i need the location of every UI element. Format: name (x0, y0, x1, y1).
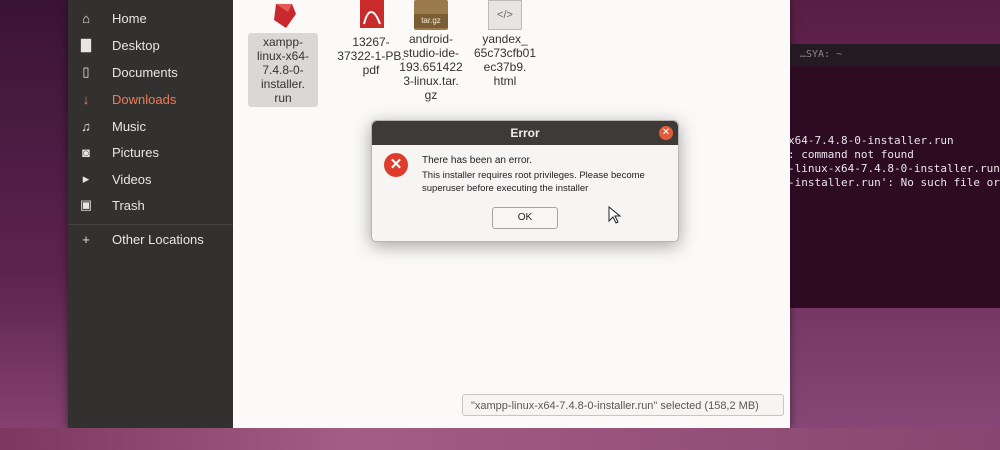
sidebar-item-label: Documents (112, 64, 178, 80)
ok-button[interactable]: OK (492, 207, 558, 229)
sidebar-item-downloads[interactable]: ↓ Downloads (68, 86, 233, 112)
sidebar: ⌂ Home ▇ Desktop ▯ Documents ↓ Downloads… (68, 0, 233, 428)
sidebar-item-label: Home (112, 10, 147, 26)
camera-icon: ◙ (82, 144, 90, 160)
terminal-line: -linux-x64-7.4.8-0-installer.run (788, 162, 1000, 175)
folder-icon: ▇ (81, 37, 91, 52)
sidebar-item-label: Downloads (112, 91, 177, 107)
document-icon: ▯ (82, 64, 90, 79)
error-icon: ✕ (384, 153, 408, 177)
home-icon: ⌂ (82, 10, 90, 26)
sidebar-item-label: Pictures (112, 144, 159, 160)
file-item-xampp[interactable]: xampp- linux-x64- 7.4.8-0- installer. ru… (248, 0, 318, 107)
sidebar-item-documents[interactable]: ▯ Documents (68, 59, 233, 85)
sidebar-item-label: Trash (112, 197, 145, 213)
archive-icon: tar.gz (414, 0, 448, 30)
file-name-line: run (274, 91, 292, 105)
dialog-title: Error (372, 121, 678, 145)
terminal-line: -installer.run': No such file or d (788, 176, 1000, 189)
file-name-line: 7.4.8-0- (262, 63, 304, 77)
pdf-icon (360, 0, 384, 28)
file-name-line: xampp- (262, 35, 303, 49)
terminal-title: …SYA: ~ (790, 44, 1000, 66)
sidebar-item-videos[interactable]: ▸ Videos (68, 166, 233, 192)
file-name-line: html (493, 74, 517, 88)
sidebar-item-other-locations[interactable]: + Other Locations (68, 226, 233, 252)
sidebar-item-label: Other Locations (112, 231, 204, 247)
terminal-line: x64-7.4.8-0-installer.run (788, 134, 954, 147)
error-dialog: Error ✕ ✕ There has been an error. This … (371, 120, 679, 242)
selection-status-bar: "xampp-linux-x64-7.4.8-0-installer.run" … (462, 394, 784, 416)
file-name-line: android- (408, 32, 454, 46)
sidebar-item-music[interactable]: ♫ Music (68, 113, 233, 139)
file-name-line: gz (424, 88, 438, 102)
terminal-window: …SYA: ~ x64-7.4.8-0-installer.run : comm… (788, 44, 1000, 308)
sidebar-item-label: Music (112, 118, 146, 134)
file-item-yandex-html[interactable]: </> yandex_ 65c73cfb01 ec37b9. html (470, 0, 540, 90)
sidebar-divider (68, 224, 233, 225)
run-file-icon (274, 4, 296, 28)
desktop-bottom-edge (0, 428, 1000, 450)
sidebar-item-home[interactable]: ⌂ Home (68, 5, 233, 31)
music-icon: ♫ (81, 118, 91, 134)
file-name-line: studio-ide- (402, 46, 460, 60)
close-icon[interactable]: ✕ (659, 126, 673, 140)
file-name-line: installer. (260, 77, 306, 91)
sidebar-item-label: Videos (112, 171, 152, 187)
plus-icon: + (82, 231, 90, 247)
file-name-line: linux-x64- (256, 49, 310, 63)
sidebar-item-pictures[interactable]: ◙ Pictures (68, 139, 233, 165)
file-name-line: 193.651422 (399, 60, 463, 74)
file-name-line: 3-linux.tar. (403, 74, 459, 88)
file-name-line: ec37b9. (483, 60, 527, 74)
html-icon: </> (488, 0, 522, 30)
desktop-background (0, 0, 70, 450)
file-name-line: yandex_ (482, 32, 528, 46)
download-icon: ↓ (82, 91, 90, 107)
file-item-android-studio[interactable]: tar.gz android- studio-ide- 193.651422 3… (396, 0, 466, 104)
mouse-cursor-icon (608, 206, 622, 224)
video-icon: ▸ (82, 171, 90, 186)
sidebar-item-trash[interactable]: ▣ Trash (68, 192, 233, 218)
sidebar-item-label: Desktop (112, 37, 160, 53)
error-heading: There has been an error. (422, 155, 533, 166)
trash-icon: ▣ (79, 197, 93, 212)
terminal-line: : command not found (788, 148, 914, 161)
error-message: This installer requires root privileges.… (422, 170, 645, 194)
file-name-line: 65c73cfb01 (473, 46, 537, 60)
sidebar-item-desktop[interactable]: ▇ Desktop (68, 32, 233, 58)
